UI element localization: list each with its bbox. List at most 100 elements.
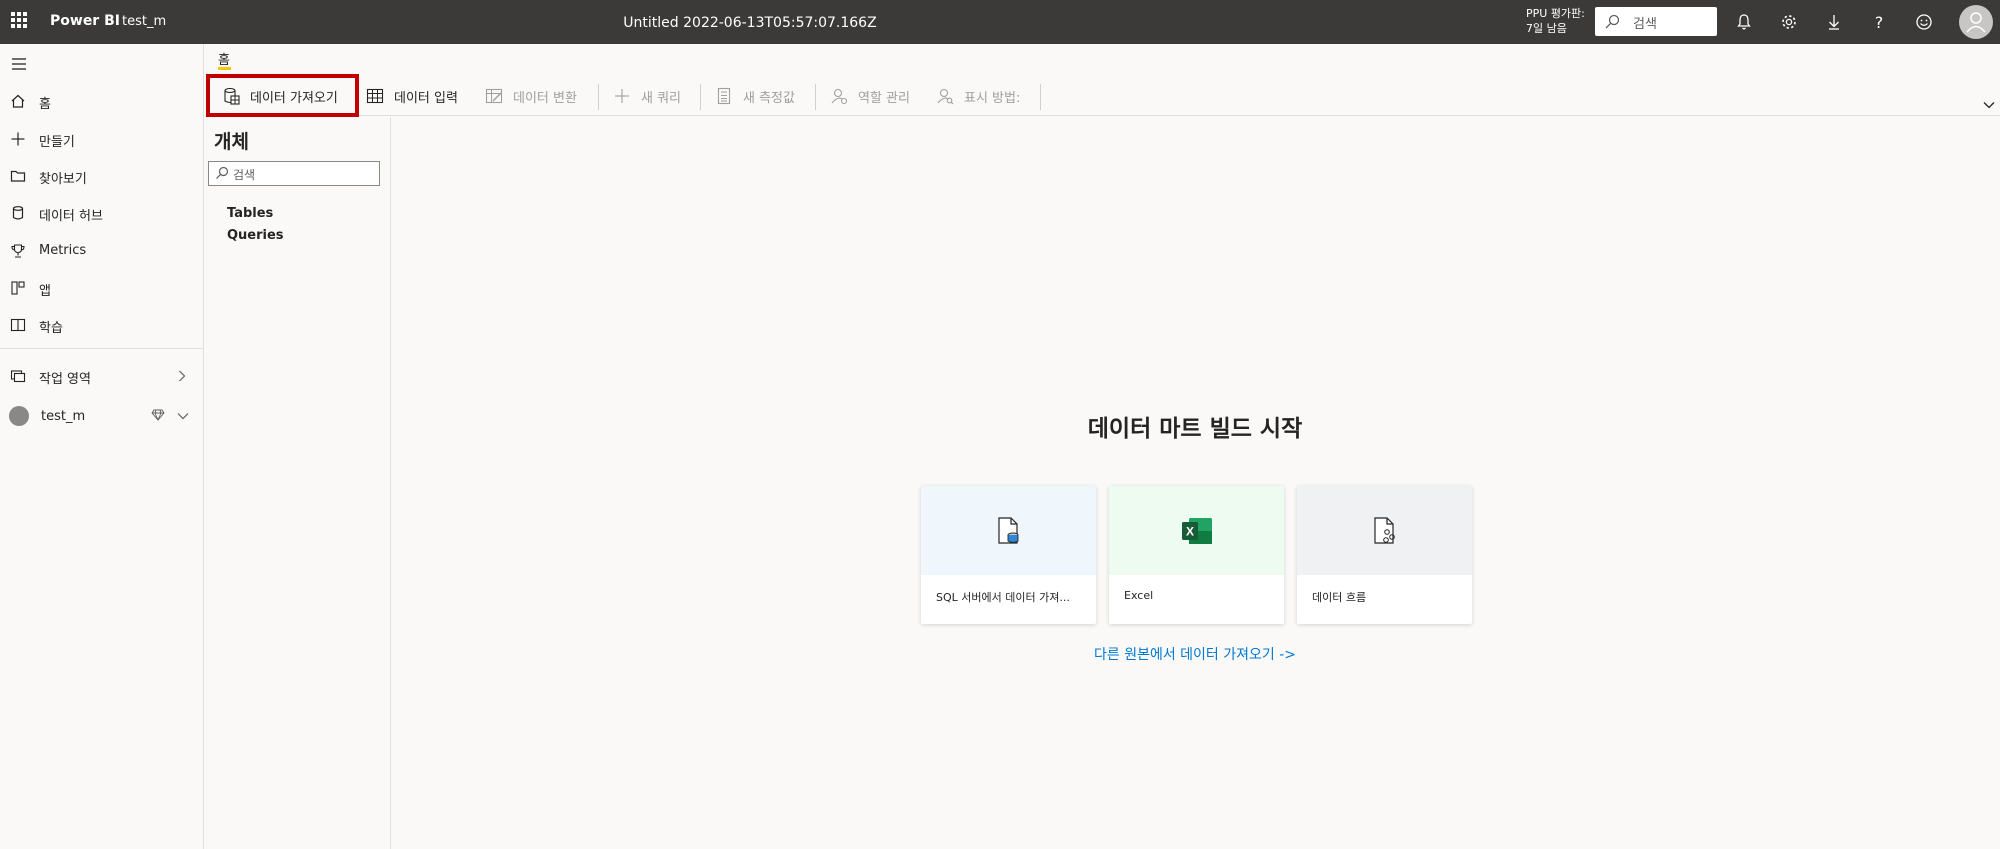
apps-icon (11, 281, 25, 295)
person-icon (1966, 12, 1986, 33)
chevron-down-icon[interactable] (177, 412, 189, 420)
view-as-person-icon (937, 88, 954, 105)
nav-label: 데이터 허브 (39, 209, 103, 224)
card-label: SQL 서버에서 데이터 가져... (936, 591, 1070, 604)
user-avatar[interactable] (1959, 5, 1993, 39)
objects-title: 개체 (214, 131, 249, 153)
nav-item-current-workspace[interactable]: test_m (0, 400, 203, 432)
ribbon-divider (1040, 84, 1041, 110)
main-heading: 데이터 마트 빌드 시작 (1087, 416, 1303, 442)
brand-name[interactable]: Power BI (50, 13, 120, 29)
trial-status-line2: 7일 남음 (1526, 22, 1567, 35)
svg-text:X: X (1185, 524, 1193, 538)
nav-label: Metrics (39, 243, 87, 258)
chevron-right-icon[interactable] (178, 370, 186, 382)
feedback-smiley-icon[interactable] (1914, 11, 1934, 33)
nav-label: 앱 (39, 284, 51, 299)
trophy-icon (11, 244, 25, 258)
plus-icon (11, 132, 25, 146)
card-label: 데이터 흐름 (1312, 591, 1367, 604)
ribbon-divider (815, 84, 816, 110)
nav-label: 홈 (39, 97, 51, 112)
hamburger-menu-icon[interactable] (11, 56, 27, 75)
folder-icon (10, 170, 26, 182)
plus-icon (615, 89, 629, 103)
new-query-label: 새 쿼리 (641, 90, 682, 106)
nav-divider (0, 348, 203, 349)
table-icon (366, 88, 384, 104)
new-measure-button[interactable]: 새 측정값 (715, 76, 795, 116)
nav-item-browse[interactable]: 찾아보기 (0, 161, 203, 191)
manage-roles-button[interactable]: 역할 관리 (830, 76, 910, 116)
home-icon (11, 94, 25, 108)
nav-label: test_m (41, 409, 86, 424)
book-icon (10, 318, 26, 332)
ribbon-toolbar: 데이터 가져오기 데이터 입력 데이터 변환 새 쿼리 새 측정값 역할 관리 … (205, 76, 2000, 116)
ribbon-divider (700, 84, 701, 110)
objects-pane: 개체 검색 Tables Queries (205, 117, 391, 849)
tab-home[interactable]: 홈 (218, 49, 230, 68)
excel-icon: X (1181, 517, 1212, 544)
gear-icon[interactable] (1779, 11, 1799, 33)
nav-label: 만들기 (39, 135, 75, 150)
tab-home-indicator (218, 67, 231, 70)
nav-item-apps[interactable]: 앱 (0, 273, 203, 303)
nav-label: 찾아보기 (39, 172, 87, 187)
nav-label: 작업 영역 (39, 372, 91, 387)
view-as-label: 표시 방법: (964, 90, 1021, 106)
global-search-placeholder: 검색 (1633, 17, 1657, 32)
nav-item-learn[interactable]: 학습 (0, 310, 203, 340)
trial-status-line1: PPU 평가판: (1526, 7, 1585, 20)
dataflow-icon (1373, 516, 1395, 544)
transform-data-label: 데이터 변환 (513, 90, 577, 106)
workspace-avatar (9, 406, 29, 426)
enter-data-label: 데이터 입력 (394, 90, 458, 106)
calculator-icon (717, 87, 731, 105)
left-navigation: 홈 만들기 찾아보기 데이터 허브 Metrics 앱 학습 작업 영역 tes… (0, 44, 204, 849)
transform-data-button[interactable]: 데이터 변환 (485, 76, 577, 116)
sql-server-card[interactable]: SQL 서버에서 데이터 가져... (921, 486, 1096, 624)
manage-roles-label: 역할 관리 (858, 90, 910, 106)
search-icon (216, 166, 229, 179)
document-title[interactable]: Untitled 2022-06-13T05:57:07.166Z (500, 15, 1000, 31)
search-icon (1605, 14, 1620, 29)
dataflow-card[interactable]: 데이터 흐름 (1297, 486, 1472, 624)
card-icon-area: X (1109, 486, 1284, 575)
get-data-highlight-box (206, 74, 359, 117)
tree-item-queries[interactable]: Queries (227, 228, 284, 243)
transform-icon (485, 88, 503, 104)
get-data-other-sources-link[interactable]: 다른 원본에서 데이터 가져오기 -> (905, 644, 1485, 664)
premium-diamond-icon (151, 409, 165, 421)
app-launcher-icon[interactable] (11, 12, 27, 28)
trial-status[interactable]: PPU 평가판: 7일 남음 (1526, 6, 1585, 36)
card-label: Excel (1124, 589, 1154, 602)
nav-label: 학습 (39, 321, 63, 336)
nav-item-workspaces[interactable]: 작업 영역 (0, 361, 203, 391)
tree-item-tables[interactable]: Tables (227, 206, 273, 221)
sql-server-icon (997, 516, 1018, 544)
enter-data-button[interactable]: 데이터 입력 (366, 76, 458, 116)
database-icon (12, 206, 24, 220)
new-measure-label: 새 측정값 (743, 90, 795, 106)
nav-item-metrics[interactable]: Metrics (0, 236, 203, 266)
nav-item-home[interactable]: 홈 (0, 86, 203, 116)
card-icon-area (921, 486, 1096, 575)
top-bar: Power BI test_m Untitled 2022-06-13T05:5… (0, 0, 2000, 44)
global-search-input[interactable]: 검색 (1595, 7, 1717, 36)
objects-search-input[interactable]: 검색 (208, 161, 380, 186)
workspace-breadcrumb[interactable]: test_m (122, 14, 166, 29)
help-icon[interactable]: ? (1869, 11, 1889, 33)
view-as-button[interactable]: 표시 방법: (936, 76, 1020, 116)
collapse-ribbon-chevron-icon[interactable] (1983, 101, 1995, 109)
new-query-button[interactable]: 새 쿼리 (613, 76, 681, 116)
card-icon-area (1297, 486, 1472, 575)
excel-card[interactable]: X Excel (1109, 486, 1284, 624)
ribbon-divider (598, 84, 599, 110)
bell-icon[interactable] (1734, 11, 1754, 33)
role-person-icon (831, 88, 848, 105)
objects-search-placeholder: 검색 (233, 168, 256, 182)
nav-item-data-hub[interactable]: 데이터 허브 (0, 198, 203, 228)
workspace-icon (10, 370, 26, 383)
nav-item-create[interactable]: 만들기 (0, 124, 203, 154)
download-icon[interactable] (1824, 11, 1844, 33)
